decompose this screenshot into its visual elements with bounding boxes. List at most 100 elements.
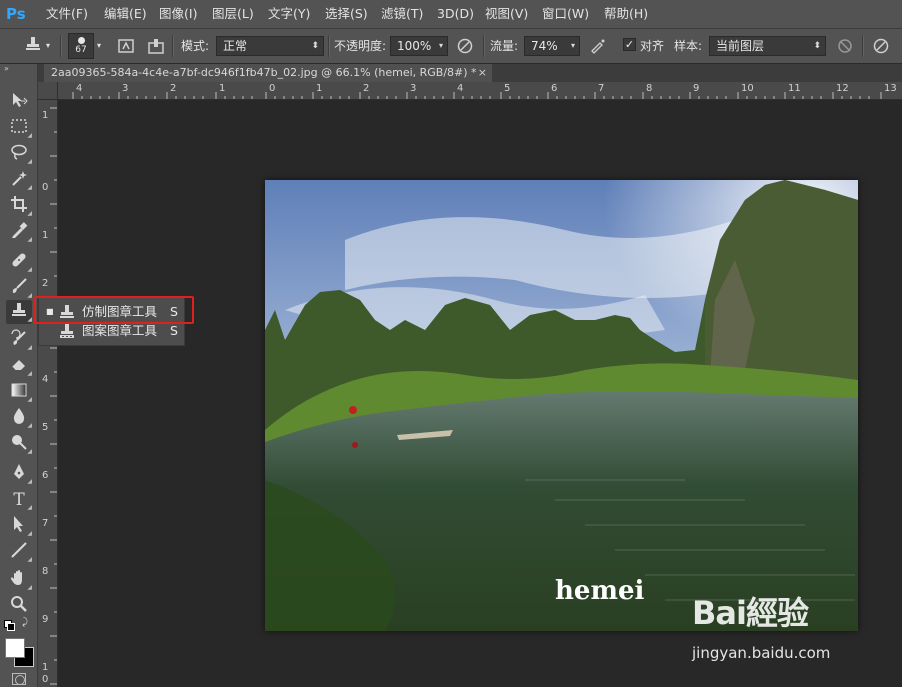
flow-field[interactable]: 74% ▾ [524,36,580,56]
document-image[interactable]: hemei [265,180,858,631]
ruler-label: 9 [693,83,700,94]
menu-bar: Ps 文件(F) 编辑(E) 图像(I) 图层(L) 文字(Y) 选择(S) 滤… [0,0,902,28]
line-tool-icon[interactable]: ◢ [6,540,32,564]
toolbox-collapse-icon[interactable]: » [4,64,9,73]
menu-image[interactable]: 图像(I) [159,6,197,22]
dropdown-arrow-icon: ▾ [570,41,575,50]
brush-panel-icon[interactable] [117,37,135,55]
swap-colors-icon[interactable]: ⤸ [22,617,28,628]
healing-brush-tool-icon[interactable]: ◢ [6,250,32,274]
aligned-label: 对齐 [640,39,665,53]
clone-source-panel-icon[interactable] [147,37,165,55]
preset-dropdown-arrow[interactable]: ▾ [46,35,50,57]
close-icon[interactable]: × [478,64,487,82]
ruler-label: 4 [76,83,83,94]
ruler-label: 4 [457,83,464,94]
menu-layer[interactable]: 图层(L) [212,6,254,22]
path-selection-tool-icon[interactable]: ◢ [6,514,32,538]
ruler-label: 3 [410,83,417,94]
opacity-field[interactable]: 100% ▾ [390,36,448,56]
eraser-tool-icon[interactable]: ◢ [6,354,32,378]
blur-tool-icon[interactable]: ◢ [6,406,32,430]
pen-tool-icon[interactable]: ◢ [6,462,32,486]
brush-dot-icon [78,37,85,44]
crop-tool-icon[interactable]: ◢ [6,194,32,218]
ruler-label: 3 [122,83,129,94]
mode-label: 模式: [181,39,210,53]
ignore-adjustment-layers-icon[interactable] [836,37,854,55]
ruler-label: 8 [42,566,49,577]
clone-stamp-tool-preset-icon[interactable] [24,35,42,53]
ruler-label: 5 [504,83,511,94]
menu-help[interactable]: 帮助(H) [604,6,648,22]
aligned-checkbox[interactable]: ✓ [623,38,636,51]
lasso-tool-icon[interactable]: ◢ [6,142,32,166]
highlight-box [34,296,194,324]
updown-arrow-icon: ⬍ [813,41,821,51]
dropdown-arrow-icon: ▾ [438,41,443,50]
eyedropper-tool-icon[interactable]: ◢ [6,220,32,244]
ruler-label: 2 [170,83,177,94]
ruler-label: 10 [741,83,754,94]
separator [60,35,62,57]
mode-dropdown[interactable]: 正常 ⬍ [216,36,324,56]
baidu-logo: Bai經验 [692,594,809,632]
ruler-label: 1 [42,230,49,241]
brush-size-value: 67 [75,45,87,55]
menu-filter[interactable]: 滤镜(T) [381,6,423,22]
menu-file[interactable]: 文件(F) [46,6,88,22]
history-brush-tool-icon[interactable]: ◢ [6,328,32,352]
sample-value: 当前图层 [716,39,765,53]
flow-value: 74% [531,39,558,53]
brush-size-picker[interactable]: 67 [68,33,94,59]
separator [483,35,485,57]
sample-dropdown[interactable]: 当前图层 ⬍ [709,36,826,56]
type-tool-icon[interactable]: T ◢ [6,488,32,512]
default-colors-icon[interactable] [4,620,15,631]
pattern-stamp-icon [59,323,75,339]
brush-dropdown-arrow[interactable]: ▾ [97,35,101,57]
ruler-label: 7 [598,83,605,94]
marquee-tool-icon[interactable]: ◢ [6,116,32,140]
quick-mask-icon[interactable] [12,673,26,685]
separator [172,35,174,57]
ruler-label: 11 [788,83,801,94]
landscape-photo [265,180,858,631]
photo-watermark-text: hemei [555,576,645,606]
toolbox: » ◢ ◢ ◢ ◢ ◢ ◢ ◢ ◢ ◢ ◢ ◢ ◢ ◢ ◢ T ◢ ◢ ◢ ◢ … [0,64,38,687]
document-tab[interactable]: 2aa09365-584a-4c4e-a7bf-dc946f1fb47b_02.… [44,64,492,82]
ruler-label: 8 [646,83,653,94]
opacity-label: 不透明度: [334,39,387,53]
foreground-color-swatch[interactable] [5,638,25,658]
ruler-label: 1 [42,110,49,121]
airbrush-icon[interactable] [589,37,607,55]
ruler-label: 6 [42,470,49,481]
magic-wand-tool-icon[interactable]: ◢ [6,168,32,192]
ruler-label: 7 [42,518,49,529]
ruler-ticks [72,92,882,99]
photoshop-logo: Ps [6,5,26,23]
dodge-tool-icon[interactable]: ◢ [6,432,32,456]
gradient-tool-icon[interactable]: ◢ [6,380,32,404]
ruler-label: 1 [42,662,49,673]
vertical-ruler[interactable]: 1 0 1 2 3 4 5 6 7 8 9 1 0 [38,100,58,687]
move-tool-icon[interactable] [6,90,32,114]
mode-value: 正常 [223,39,248,53]
menu-type[interactable]: 文字(Y) [268,6,310,22]
ruler-label: 2 [42,278,49,289]
brush-tool-icon[interactable]: ◢ [6,276,32,300]
menu-edit[interactable]: 编辑(E) [104,6,147,22]
clone-stamp-tool-icon[interactable]: ◢ [6,300,32,324]
horizontal-ruler[interactable]: 4 3 2 1 0 1 2 3 4 5 6 7 8 9 10 11 12 13 [58,82,902,100]
document-tab-bar: 2aa09365-584a-4c4e-a7bf-dc946f1fb47b_02.… [38,64,902,82]
menu-select[interactable]: 选择(S) [325,6,368,22]
ruler-origin[interactable] [38,82,58,100]
menu-3d[interactable]: 3D(D) [437,6,474,22]
pressure-size-icon[interactable] [872,37,890,55]
ruler-label: 5 [42,422,49,433]
hand-tool-icon[interactable]: ◢ [6,568,32,592]
pressure-opacity-icon[interactable] [456,37,474,55]
zoom-tool-icon[interactable] [6,594,32,618]
menu-window[interactable]: 窗口(W) [542,6,589,22]
menu-view[interactable]: 视图(V) [485,6,528,22]
